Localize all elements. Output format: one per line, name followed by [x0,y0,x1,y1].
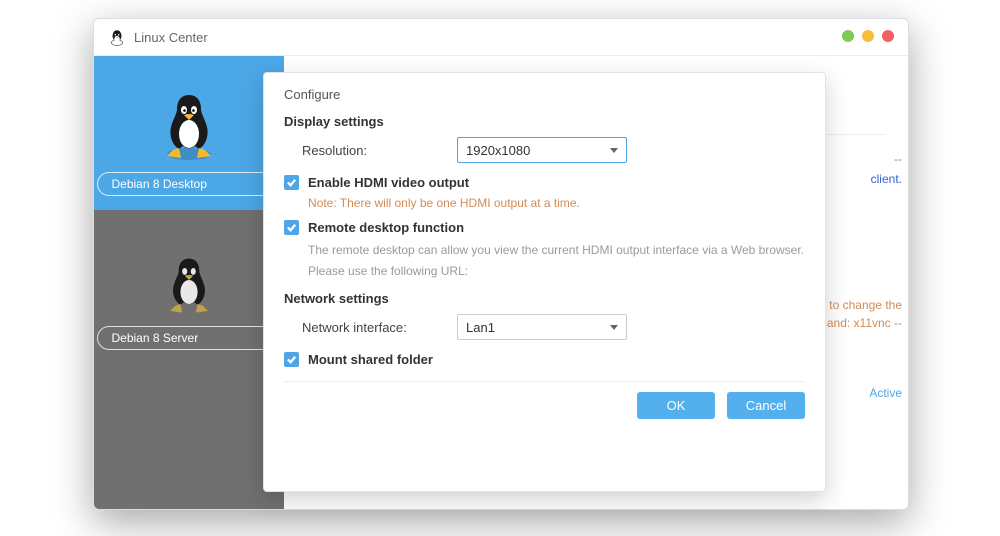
cancel-button[interactable]: Cancel [727,392,805,419]
mount-shared-label: Mount shared folder [308,352,433,367]
sidebar-item-label: Debian 8 Server [97,326,282,350]
network-interface-select[interactable]: Lan1 [457,314,627,340]
sidebar: Debian 8 Desktop Debian 8 Server [94,56,284,510]
remote-desktop-checkbox[interactable] [284,220,299,235]
remote-help-1: The remote desktop can allow you view th… [308,241,805,260]
resolution-value: 1920x1080 [466,143,530,158]
bg-client-link: client. [871,172,902,186]
network-settings-heading: Network settings [284,291,805,306]
hdmi-checkbox[interactable] [284,175,299,190]
mount-shared-checkbox[interactable] [284,352,299,367]
remote-desktop-label: Remote desktop function [308,220,464,235]
chevron-down-icon [610,325,618,330]
app-title: Linux Center [134,30,208,45]
bg-status: Active [869,386,902,400]
network-interface-value: Lan1 [466,320,495,335]
network-interface-label: Network interface: [302,320,457,335]
tux-icon [159,92,219,162]
configure-dialog: Configure Display settings Resolution: 1… [263,72,826,492]
titlebar: Linux Center [94,19,908,56]
linux-icon [108,28,126,46]
chevron-down-icon [610,148,618,153]
sidebar-item-debian-server[interactable]: Debian 8 Server [94,210,284,364]
minimize-dot[interactable] [842,30,854,42]
window-controls [842,30,894,42]
resolution-select[interactable]: 1920x1080 [457,137,627,163]
resolution-label: Resolution: [302,143,457,158]
hdmi-label: Enable HDMI video output [308,175,469,190]
display-settings-heading: Display settings [284,114,805,129]
sidebar-item-debian-desktop[interactable]: Debian 8 Desktop [94,56,284,210]
remote-help-2: Please use the following URL: [308,262,805,281]
maximize-dot[interactable] [862,30,874,42]
bg-dash: -- [894,152,902,166]
sidebar-item-label: Debian 8 Desktop [97,172,282,196]
hdmi-note: Note: There will only be one HDMI output… [308,196,805,210]
dialog-title: Configure [284,87,805,102]
close-dot[interactable] [882,30,894,42]
ok-button[interactable]: OK [637,392,715,419]
tux-icon [163,256,215,316]
